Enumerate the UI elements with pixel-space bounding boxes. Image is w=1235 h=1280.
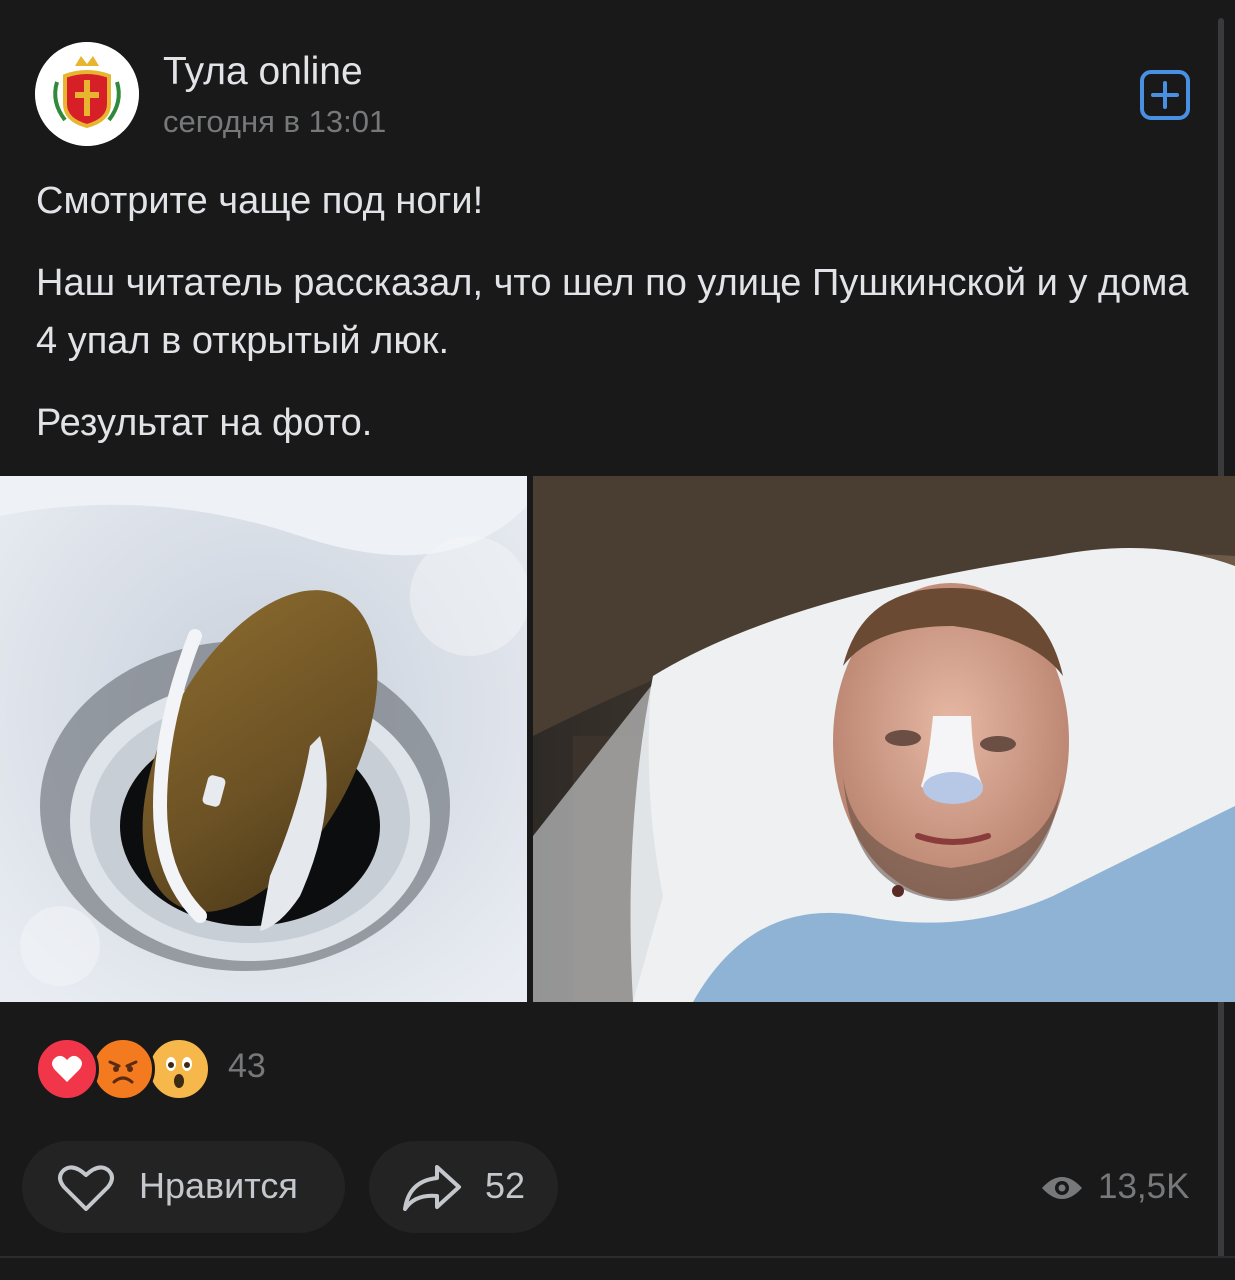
avatar[interactable]	[35, 42, 139, 146]
plus-square-icon	[1140, 70, 1190, 120]
share-count: 52	[485, 1165, 526, 1206]
heart-reaction-icon	[35, 1037, 99, 1101]
heart-outline-icon	[58, 1165, 114, 1211]
like-button[interactable]: Нравится	[22, 1141, 345, 1233]
eye-icon	[1042, 1177, 1082, 1199]
share-button[interactable]: 52	[369, 1141, 558, 1233]
post-header: Тула online сегодня в 13:01	[35, 42, 1195, 152]
subscribe-button[interactable]	[1139, 69, 1191, 121]
manhole-image	[0, 476, 527, 1002]
post-paragraph: Смотрите чаще под ноги!	[36, 180, 484, 222]
like-label: Нравится	[139, 1165, 298, 1206]
post-paragraph: Наш читатель рассказал, что шел по улице…	[36, 262, 1189, 362]
photo-open-manhole[interactable]	[0, 476, 527, 1002]
post-paragraph: Результат на фото.	[36, 402, 373, 444]
author-name[interactable]: Тула online	[163, 50, 363, 94]
views-count: 13,5K	[1098, 1167, 1190, 1206]
post-card: Тула online сегодня в 13:01 Смотрите чащ…	[0, 0, 1235, 1280]
surprised-reaction-icon	[147, 1037, 211, 1101]
post-time[interactable]: сегодня в 13:01	[163, 104, 386, 140]
share-arrow-icon	[403, 1165, 461, 1211]
photo-injured-reader[interactable]	[533, 476, 1235, 1002]
hospital-selfie-image	[533, 476, 1235, 1002]
divider	[0, 1256, 1235, 1258]
views-counter: 13,5K	[1040, 1164, 1220, 1214]
reactions-summary[interactable]: 43	[35, 1037, 435, 1101]
tula-coat-of-arms-icon	[35, 42, 139, 146]
angry-reaction-icon	[91, 1037, 155, 1101]
reactions-count: 43	[228, 1047, 266, 1085]
post-text: Смотрите чаще под ноги! Наш читатель рас…	[36, 172, 1211, 476]
